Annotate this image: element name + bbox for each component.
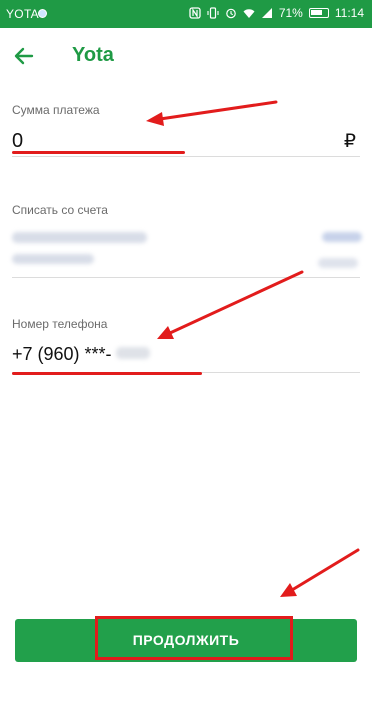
annotation-arrowhead-phone <box>157 326 174 339</box>
account-label: Списать со счета <box>12 203 108 217</box>
carrier-name: YOTA <box>6 7 39 21</box>
currency-ruble: ₽ <box>343 131 356 152</box>
alarm-icon <box>226 8 236 19</box>
annotation-underline-amount <box>12 151 185 154</box>
annotation-arrowhead-button <box>280 583 297 597</box>
amount-input[interactable]: 0 <box>12 130 23 153</box>
nfc-icon <box>189 7 201 19</box>
battery-percent: 71% <box>278 6 303 20</box>
signal-icon <box>261 8 272 18</box>
app-bar: Yota <box>0 28 372 84</box>
phone-label: Номер телефона <box>12 317 108 331</box>
phone-suffix-redacted <box>116 347 150 359</box>
annotation-underline-phone <box>12 372 202 375</box>
account-extra-redacted <box>318 258 358 268</box>
battery-icon <box>308 8 329 18</box>
account-name-redacted <box>12 232 147 243</box>
status-icons: 71% 11:14 <box>189 6 364 20</box>
arrow-left-icon[interactable] <box>10 42 38 70</box>
wifi-icon <box>243 9 255 18</box>
account-divider <box>12 277 360 278</box>
vibrate-icon <box>207 7 219 19</box>
clock: 11:14 <box>334 6 364 20</box>
annotation-arrowhead-amount <box>146 112 164 126</box>
amount-label: Сумма платежа <box>12 103 100 117</box>
account-number-redacted <box>12 254 94 264</box>
page-title: Yota <box>72 44 114 66</box>
amount-underline <box>12 156 360 157</box>
annotation-arrow-amount <box>158 100 278 121</box>
annotation-arrow-button <box>290 548 360 592</box>
phone-input[interactable]: +7 (960) ***- <box>12 344 112 365</box>
status-bar: YOTA 71% 11:14 <box>0 0 372 28</box>
annotation-arrow-phone <box>168 270 304 335</box>
continue-button[interactable]: ПРОДОЛЖИТЬ <box>15 619 357 662</box>
carrier-indicator-icon <box>38 9 47 18</box>
account-balance-redacted <box>322 232 362 242</box>
